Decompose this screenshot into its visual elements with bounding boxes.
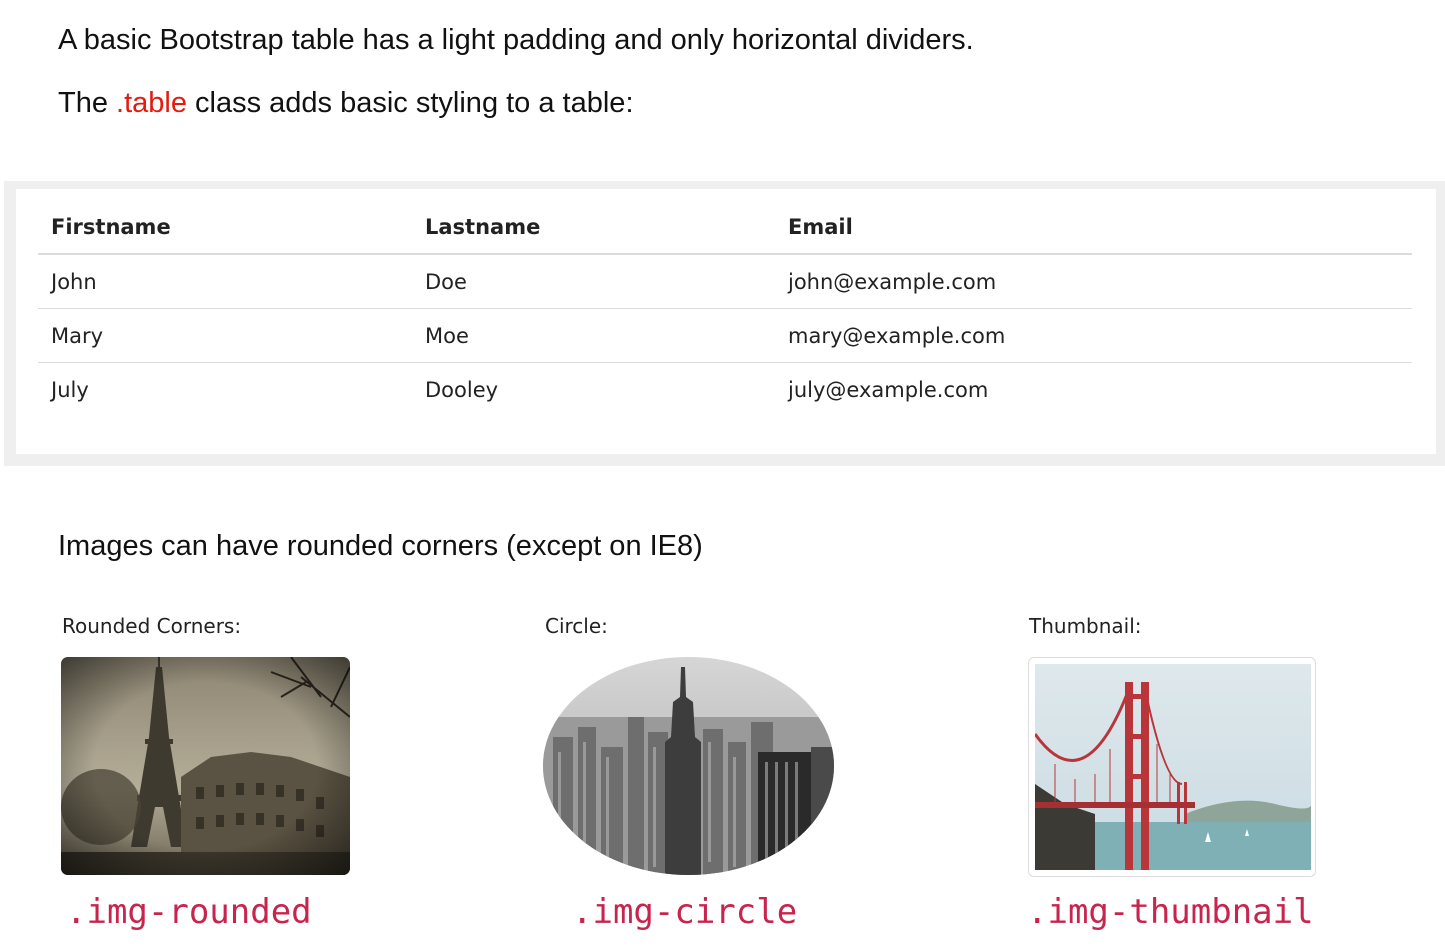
- cell-email: john@example.com: [788, 269, 997, 294]
- intro-line-2-suffix: class adds basic styling to a table:: [186, 87, 634, 119]
- table-class-name: .table: [116, 87, 187, 119]
- cell-lastname: Dooley: [412, 362, 775, 416]
- table-row: Mary Moe mary@example.com: [38, 308, 1412, 363]
- intro-line-2: The .table class adds basic styling to a…: [58, 87, 634, 120]
- cell-firstname: John: [51, 269, 97, 294]
- city-skyline-image: [543, 657, 834, 875]
- header-lastname: Lastname: [412, 201, 775, 255]
- thumbnail-label: Thumbnail:: [1029, 614, 1142, 638]
- img-thumbnail-class: .img-thumbnail: [1027, 892, 1314, 932]
- table-row: July Dooley july@example.com: [38, 362, 1412, 416]
- header-firstname: Firstname: [38, 201, 412, 255]
- table-example-frame: Firstname Lastname Email John Doe john@e…: [4, 181, 1445, 466]
- img-rounded-class: .img-rounded: [66, 892, 312, 932]
- img-circle-class: .img-circle: [572, 892, 798, 932]
- cell-lastname: Moe: [412, 308, 775, 363]
- golden-gate-bridge-image: [1035, 664, 1311, 870]
- cell-email: mary@example.com: [775, 308, 1412, 363]
- cell-firstname: Mary: [38, 308, 412, 363]
- intro-line-1: A basic Bootstrap table has a light padd…: [58, 24, 974, 56]
- eiffel-tower-image: [61, 657, 350, 875]
- table-example-panel: Firstname Lastname Email John Doe john@e…: [16, 189, 1436, 454]
- images-section-title: Images can have rounded corners (except …: [58, 530, 703, 562]
- cell-lastname: Doe: [425, 269, 467, 294]
- cell-firstname: July: [38, 362, 412, 416]
- rounded-corners-label: Rounded Corners:: [62, 614, 242, 638]
- table-header-row: Firstname Lastname Email: [38, 201, 1412, 255]
- cell-email: july@example.com: [775, 362, 1412, 416]
- table-row: John Doe john@example.com: [38, 254, 1412, 309]
- header-email: Email: [775, 201, 1412, 255]
- circle-label: Circle:: [545, 614, 608, 638]
- intro-line-2-prefix: The: [58, 87, 117, 119]
- basic-table: Firstname Lastname Email John Doe john@e…: [38, 201, 1412, 416]
